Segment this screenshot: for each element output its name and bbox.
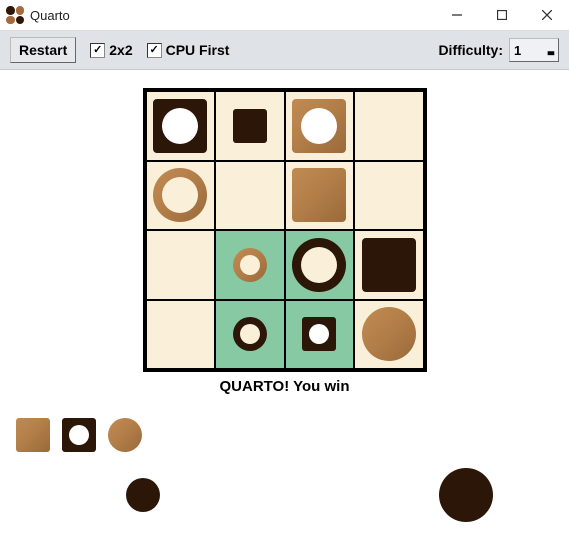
restart-button[interactable]: Restart [10, 37, 76, 63]
board-cell[interactable] [146, 230, 216, 300]
piece [292, 99, 346, 153]
piece [302, 317, 336, 351]
board-cell[interactable] [215, 91, 285, 161]
pool-row [16, 465, 553, 525]
board-cell[interactable] [146, 161, 216, 231]
piece [233, 317, 267, 351]
cpu-first-checkbox[interactable]: CPU First [147, 42, 230, 58]
board-cell[interactable] [354, 300, 424, 370]
piece[interactable] [16, 418, 50, 452]
board-cell[interactable] [215, 300, 285, 370]
board-cell[interactable] [285, 91, 355, 161]
status-text: QUARTO! You win [220, 378, 350, 395]
piece-hole [240, 324, 260, 344]
board-cell[interactable] [285, 230, 355, 300]
app-icon [6, 6, 24, 24]
board-cell[interactable] [215, 230, 285, 300]
piece [233, 248, 267, 282]
difficulty-select[interactable]: 1 ▃ [509, 38, 559, 62]
piece[interactable] [126, 478, 160, 512]
piece[interactable] [108, 418, 142, 452]
difficulty-value: 1 [514, 43, 521, 58]
checkbox-icon [147, 43, 162, 58]
piece[interactable] [439, 468, 493, 522]
piece-hole [301, 247, 337, 283]
maximize-button[interactable] [479, 0, 524, 30]
close-button[interactable] [524, 0, 569, 30]
piece-hole [69, 425, 89, 445]
board-cell[interactable] [285, 161, 355, 231]
two-by-two-label: 2x2 [109, 42, 132, 58]
board-cell[interactable] [354, 230, 424, 300]
difficulty-label: Difficulty: [438, 42, 503, 58]
piece-hole [301, 108, 337, 144]
board-cell[interactable] [215, 161, 285, 231]
checkbox-icon [90, 43, 105, 58]
toolbar: Restart 2x2 CPU First Difficulty: 1 ▃ [0, 31, 569, 70]
piece-pool [0, 395, 569, 525]
cpu-first-label: CPU First [166, 42, 230, 58]
minimize-button[interactable] [434, 0, 479, 30]
piece [362, 307, 416, 361]
board-cell[interactable] [146, 300, 216, 370]
piece-hole [162, 108, 198, 144]
two-by-two-checkbox[interactable]: 2x2 [90, 42, 132, 58]
dropdown-icon: ▃ [548, 46, 554, 55]
game-area: QUARTO! You win [0, 70, 569, 525]
piece [153, 168, 207, 222]
piece [153, 99, 207, 153]
piece [292, 238, 346, 292]
piece [362, 238, 416, 292]
window-title: Quarto [30, 8, 70, 23]
pool-row [16, 405, 553, 465]
piece [233, 109, 267, 143]
title-bar: Quarto [0, 0, 569, 31]
piece-hole [240, 255, 260, 275]
piece [292, 168, 346, 222]
board-cell[interactable] [146, 91, 216, 161]
piece[interactable] [62, 418, 96, 452]
board-cell[interactable] [354, 91, 424, 161]
piece-hole [162, 177, 198, 213]
board-cell[interactable] [285, 300, 355, 370]
board [143, 88, 427, 372]
board-cell[interactable] [354, 161, 424, 231]
piece-hole [309, 324, 329, 344]
window-controls [434, 0, 569, 30]
